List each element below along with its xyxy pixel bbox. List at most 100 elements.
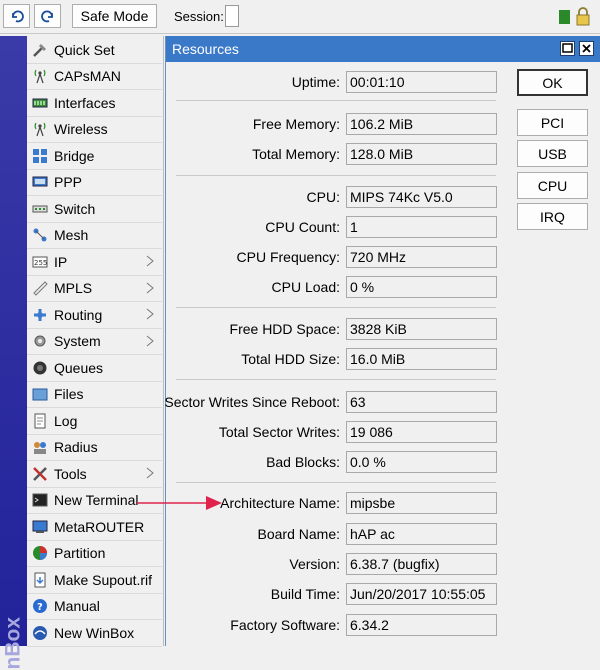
field-row-total-sector-writes: Total Sector Writes: 19 086: [166, 421, 506, 443]
terminal-icon: [31, 491, 49, 509]
sidebar-item-label: Queues: [54, 359, 104, 376]
close-button[interactable]: [579, 41, 594, 56]
sidebar-item-label: New Terminal: [54, 492, 139, 509]
usb-button[interactable]: USB: [517, 140, 588, 167]
sector-writes-since-reboot-label: Sector Writes Since Reboot:: [164, 394, 340, 410]
sidebar-item-quick-set[interactable]: Quick Set: [27, 37, 162, 64]
field-row-total-hdd: Total HDD Size: 16.0 MiB: [166, 348, 506, 370]
sidebar-item-label: Routing: [54, 306, 103, 323]
cpu-field[interactable]: MIPS 74Kc V5.0: [346, 186, 497, 208]
field-row-version: Version: 6.38.7 (bugfix): [166, 553, 506, 575]
field-row-free-hdd: Free HDD Space: 3828 KiB: [166, 318, 506, 340]
free-hdd-label: Free HDD Space:: [229, 321, 340, 337]
ok-button[interactable]: OK: [517, 69, 588, 96]
metarouter-icon: [31, 518, 49, 536]
sidebar-item-label: Bridge: [54, 147, 95, 164]
version-field[interactable]: 6.38.7 (bugfix): [346, 553, 497, 575]
total-memory-label: Total Memory:: [252, 146, 340, 162]
cpu-count-field[interactable]: 1: [346, 216, 497, 238]
sidebar-item-label: Wireless: [54, 121, 108, 138]
svg-text:255: 255: [34, 259, 47, 267]
field-row-bad-blocks: Bad Blocks: 0.0 %: [166, 451, 506, 473]
switch-icon: [31, 200, 49, 218]
undo-button[interactable]: [3, 4, 30, 28]
wireless-icon: [31, 120, 49, 138]
pci-button[interactable]: PCI: [517, 109, 588, 136]
sidebar-item-label: Quick Set: [54, 41, 115, 58]
section-separator: [176, 379, 496, 380]
antenna-icon: [31, 67, 49, 85]
tools-icon: [31, 465, 49, 483]
cpu-load-label: CPU Load:: [271, 279, 340, 295]
sidebar-item-label: Tools: [54, 465, 87, 482]
architecture-name-field[interactable]: mipsbe: [346, 492, 497, 514]
build-time-field[interactable]: Jun/20/2017 10:55:05: [346, 583, 497, 605]
free-memory-field[interactable]: 106.2 MiB: [346, 113, 497, 135]
section-separator: [176, 482, 496, 483]
sidebar-item-label: CAPsMAN: [54, 68, 121, 85]
sidebar-item-label: Partition: [54, 545, 106, 562]
cpu-count-label: CPU Count:: [265, 219, 340, 235]
build-time-label: Build Time:: [270, 586, 340, 602]
lock-icon: [576, 7, 590, 26]
uptime-label: Uptime:: [291, 74, 340, 90]
total-memory-field[interactable]: 128.0 MiB: [346, 143, 497, 165]
cpu-label: CPU:: [306, 189, 340, 205]
board-name-field[interactable]: hAP ac: [346, 523, 497, 545]
bad-blocks-field[interactable]: 0.0 %: [346, 451, 497, 473]
field-row-total-memory: Total Memory: 128.0 MiB: [166, 143, 506, 165]
window-title[interactable]: Resources: [166, 36, 600, 62]
cpu-button[interactable]: CPU: [517, 172, 588, 199]
close-icon: [582, 44, 591, 53]
version-label: Version:: [289, 556, 340, 572]
free-memory-label: Free Memory:: [252, 116, 340, 132]
routing-icon: [31, 306, 49, 324]
folder-icon: [31, 385, 49, 403]
sidebar-item-label: Files: [54, 386, 84, 403]
partition-icon: [31, 544, 49, 562]
sidebar-item-label: Mesh: [54, 227, 89, 244]
section-separator: [176, 100, 496, 101]
bridge-icon: [31, 147, 49, 165]
redo-button[interactable]: [34, 4, 61, 28]
supout-icon: [31, 571, 49, 589]
total-hdd-label: Total HDD Size:: [241, 351, 340, 367]
mesh-icon: [31, 226, 49, 244]
sidebar-item-label: Make Supout.rif: [54, 571, 153, 588]
total-hdd-field[interactable]: 16.0 MiB: [346, 348, 497, 370]
field-row-cpu: CPU: MIPS 74Kc V5.0: [166, 186, 506, 208]
sidebar-item-label: Manual: [54, 598, 100, 615]
cpu-frequency-field[interactable]: 720 MHz: [346, 246, 497, 268]
sidebar-item-label: System: [54, 333, 101, 350]
irq-button[interactable]: IRQ: [517, 203, 588, 230]
session-label: Session:: [174, 9, 224, 24]
safe-mode-button[interactable]: Safe Mode: [72, 4, 157, 28]
field-row-factory-software: Factory Software: 6.34.2: [166, 614, 506, 636]
interfaces-icon: [31, 94, 49, 112]
uptime-field[interactable]: 00:01:10: [346, 71, 497, 93]
cpu-frequency-label: CPU Frequency:: [236, 249, 340, 265]
toolbar: Safe Mode Session:: [0, 0, 600, 34]
field-row-free-memory: Free Memory: 106.2 MiB: [166, 113, 506, 135]
free-hdd-field[interactable]: 3828 KiB: [346, 318, 497, 340]
bad-blocks-label: Bad Blocks:: [266, 454, 340, 470]
redo-icon: [40, 10, 53, 23]
sidebar-item-label: Interfaces: [54, 94, 116, 111]
sidebar-item-label: IP: [54, 253, 68, 270]
winbox-icon: [31, 624, 49, 642]
field-row-board-name: Board Name: hAP ac: [166, 523, 506, 545]
help-icon: ?: [31, 597, 49, 615]
maximize-button[interactable]: [560, 41, 575, 56]
architecture-name-label: Architecture Name:: [220, 495, 340, 511]
cpu-load-field[interactable]: 0 %: [346, 276, 497, 298]
sidebar-item-label: Switch: [54, 200, 96, 217]
sector-writes-since-reboot-field[interactable]: 63: [346, 391, 497, 413]
factory-software-field[interactable]: 6.34.2: [346, 614, 497, 636]
total-sector-writes-field[interactable]: 19 086: [346, 421, 497, 443]
session-field[interactable]: [225, 5, 239, 27]
sidebar-item-label: Log: [54, 412, 78, 429]
svg-text:?: ?: [37, 602, 43, 613]
ppp-icon: [31, 173, 49, 191]
queues-icon: [31, 359, 49, 377]
total-sector-writes-label: Total Sector Writes:: [218, 424, 340, 440]
